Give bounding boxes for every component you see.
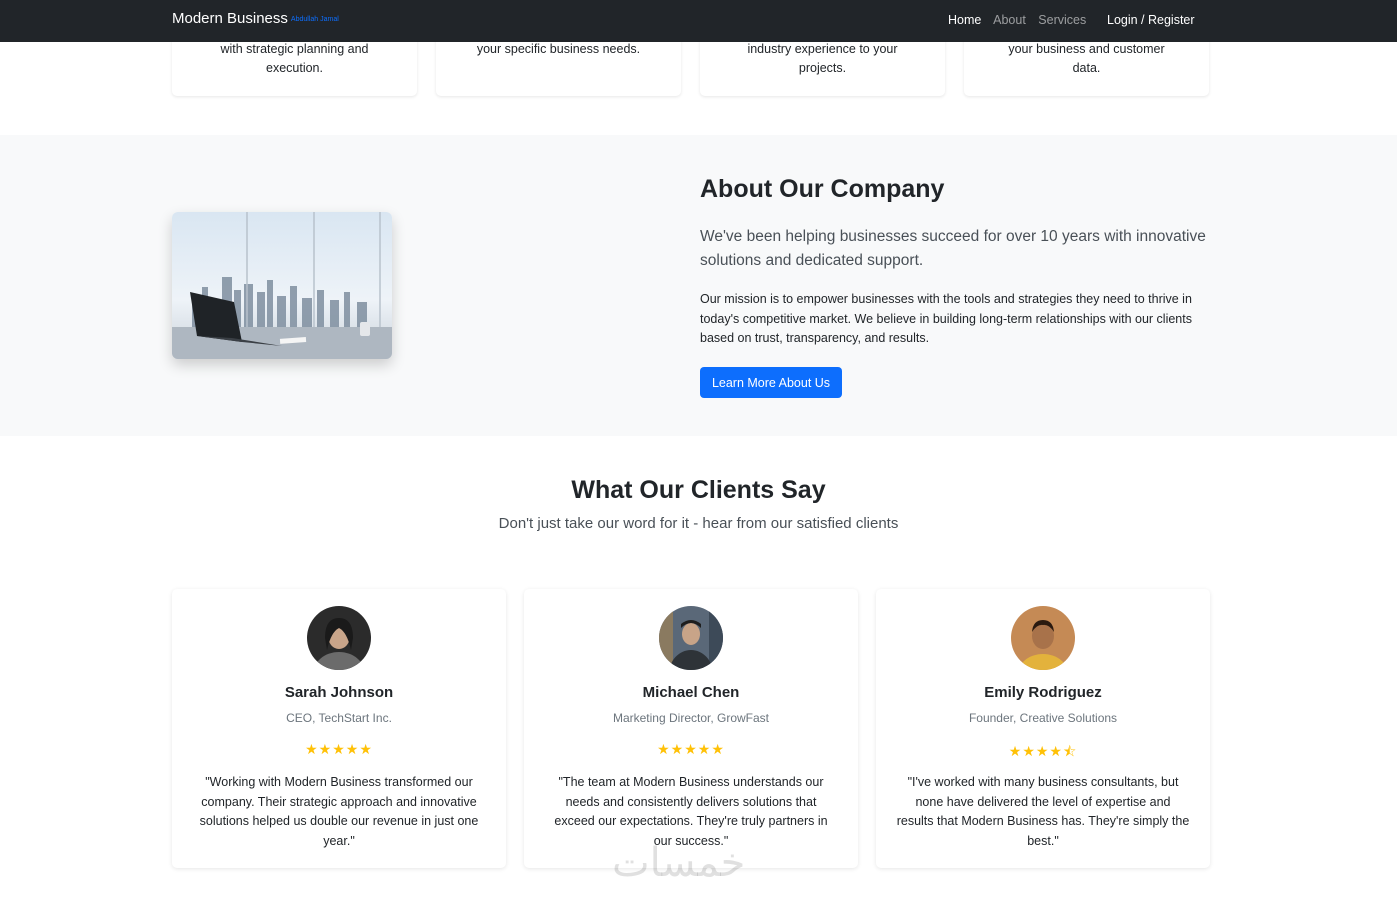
nav-home[interactable]: Home [948, 13, 981, 27]
about-title: About Our Company [700, 175, 945, 203]
learn-more-button[interactable]: Learn More About Us [700, 367, 842, 398]
brand-sub: Abdullah Jamal [290, 15, 339, 23]
avatar [659, 606, 723, 670]
client-quote: "Working with Modern Business transforme… [199, 775, 479, 848]
nav-services[interactable]: Services [1038, 13, 1086, 27]
testimonial-card: Sarah Johnson CEO, TechStart Inc. ★★★★★ … [172, 589, 506, 868]
client-name: Sarah Johnson [284, 684, 394, 701]
navbar: Modern Business Abdullah Jamal Home About… [0, 0, 1397, 42]
client-role: Marketing Director, GrowFast [612, 711, 770, 725]
star-rating: ★★★★★ [657, 741, 725, 757]
testimonial-card: Emily Rodriguez Founder, Creative Soluti… [876, 589, 1210, 868]
avatar [307, 606, 371, 670]
client-role: CEO, TechStart Inc. [286, 711, 392, 725]
client-name: Michael Chen [642, 684, 740, 701]
client-quote: "I've worked with many business consulta… [896, 775, 1190, 848]
office-image [172, 212, 392, 359]
client-name: Emily Rodriguez [984, 684, 1102, 701]
about-lead: We've been helping businesses succeed fo… [700, 228, 1206, 269]
nav-about[interactable]: About [993, 13, 1026, 27]
service-card-text: your specific business needs. [476, 42, 641, 56]
service-card-text: industry experience to your projects. [747, 42, 898, 75]
about-text: Our mission is to empower businesses wit… [700, 292, 1192, 345]
testimonial-card: Michael Chen Marketing Director, GrowFas… [524, 589, 858, 868]
client-role: Founder, Creative Solutions [968, 711, 1118, 725]
watermark-logo: خمسات [612, 840, 746, 886]
nav-links: Home About Services [948, 13, 1095, 27]
testimonials-subtitle: Don't just take our word for it - hear f… [498, 515, 899, 532]
brand-logo[interactable]: Modern Business Abdullah Jamal [172, 10, 339, 27]
star-rating: ★★★★⯪ [1008, 743, 1078, 759]
star-rating: ★★★★★ [305, 741, 373, 757]
login-register-link[interactable]: Login / Register [1107, 13, 1195, 27]
brand-name[interactable]: Modern Business [172, 10, 288, 27]
service-card-text: your business and customer data. [1008, 42, 1165, 75]
testimonials-title: What Our Clients Say [571, 476, 826, 504]
about-section: About Our Company We've been helping bus… [0, 135, 1397, 436]
service-card-text: with strategic planning and execution. [220, 42, 369, 75]
avatar [1011, 606, 1075, 670]
